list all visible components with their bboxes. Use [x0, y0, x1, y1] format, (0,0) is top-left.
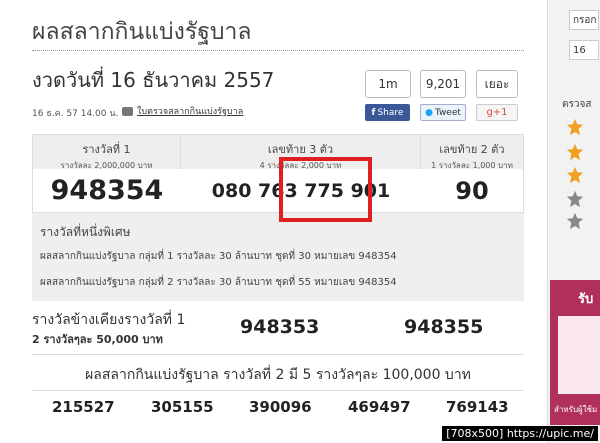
near-prize-label-1: รางวัลข้างเคียงรางวัลที่ 1 [32, 312, 186, 328]
rank-star-icon [566, 143, 584, 161]
twitter-icon: ● [425, 107, 433, 118]
special-prize-line-1: ผลสลากกินแบ่งรัฐบาล กลุ่มที่ 1 รางวัลละ … [40, 251, 397, 262]
fb-count: 1m [365, 70, 411, 98]
special-prize-line-2: ผลสลากกินแบ่งรัฐบาล กลุ่มที่ 2 รางวัลละ … [40, 277, 397, 288]
rank-star-icon [566, 212, 584, 230]
near-prize-label-2: 2 รางวัลๆละ 50,000 บาท [32, 333, 163, 346]
facebook-share-button[interactable]: f Share [365, 104, 410, 121]
last2-header: เลขท้าย 2 ตัว 1 รางวัลละ 1,000 บาท [421, 135, 523, 170]
more-count-box: เยอะ [476, 70, 518, 98]
near-prize-number: 948353 [240, 316, 320, 338]
draw-title: งวดวันที่ 16 ธันวาคม 2557 [32, 68, 275, 92]
post-date: 16 ธ.ค. 57 14.00 น. [32, 109, 119, 119]
more-count: เยอะ [476, 70, 518, 98]
tw-count-box: 9,201 [420, 70, 466, 98]
second-prize-number: 305155 [151, 398, 214, 416]
rank-star-icon [566, 190, 584, 208]
sidebar-date-select[interactable]: 16 [569, 40, 599, 60]
first-prize-title: รางวัลที่ 1 [82, 143, 131, 156]
sidebar-ad-banner[interactable]: รับ สำหรับผู้ใช้ม [550, 280, 600, 425]
facebook-share-label: Share [377, 107, 404, 118]
page-title: ผลสลากกินแบ่งรัฐบาล [32, 19, 252, 45]
rank-star-icon [566, 166, 584, 184]
main-content: ผลสลากกินแบ่งรัฐบาล งวดวันที่ 16 ธันวาคม… [0, 0, 547, 443]
fb-count-box: 1m [365, 70, 411, 98]
second-prize-number: 390096 [249, 398, 312, 416]
special-prize-heading: รางวัลที่หนึ่งพิเศษ [40, 225, 131, 239]
sidebar-heading: ตรวจส [562, 99, 592, 110]
tweet-button[interactable]: ● Tweet [420, 104, 466, 121]
tw-count: 9,201 [420, 70, 466, 98]
tweet-label: Tweet [434, 107, 461, 118]
rank-star-icon [566, 118, 584, 136]
first-prize-number: 948354 [50, 175, 164, 206]
watermark: [708x500] https://upic.me/ [442, 426, 598, 441]
prize-table: รางวัลที่ 1 รางวัลละ 2,000,000 บาท เลขท้… [32, 134, 524, 214]
sidebar-ad-title: รับ [578, 292, 594, 307]
near-prize-number: 948355 [404, 316, 484, 338]
near-prize-section: รางวัลข้างเคียงรางวัลที่ 1 2 รางวัลๆละ 5… [32, 306, 524, 355]
second-prize-number: 469497 [348, 398, 411, 416]
print-check-link-label: ใบตรวจสลากกินแบ่งรัฐบาล [137, 107, 244, 117]
printer-icon [122, 106, 133, 116]
last2-number: 90 [455, 177, 489, 205]
print-check-link[interactable]: ใบตรวจสลากกินแบ่งรัฐบาล [122, 104, 243, 118]
last3-title: เลขท้าย 3 ตัว [267, 143, 334, 156]
special-prize-section: รางวัลที่หนึ่งพิเศษ ผลสลากกินแบ่งรัฐบาล … [32, 212, 524, 301]
sidebar-input-field[interactable]: กรอก [569, 10, 599, 30]
facebook-icon: f [371, 107, 376, 118]
near-prize-label: รางวัลข้างเคียงรางวัลที่ 1 2 รางวัลๆละ 5… [32, 310, 202, 350]
sidebar-ad-card [558, 316, 600, 394]
highlight-box [279, 157, 372, 222]
second-prize-title: ผลสลากกินแบ่งรัฐบาล รางวัลที่ 2 มี 5 ราง… [85, 367, 471, 383]
google-plus-button[interactable]: g+1 [476, 104, 518, 121]
second-prize-number: 769143 [446, 398, 509, 416]
title-divider [32, 50, 524, 51]
second-prize-number: 215527 [52, 398, 115, 416]
first-prize-header: รางวัลที่ 1 รางวัลละ 2,000,000 บาท [33, 135, 181, 170]
sidebar-ad-caption: สำหรับผู้ใช้ม [554, 405, 598, 414]
second-prize-divider [32, 390, 524, 391]
last2-title: เลขท้าย 2 ตัว [439, 143, 505, 156]
